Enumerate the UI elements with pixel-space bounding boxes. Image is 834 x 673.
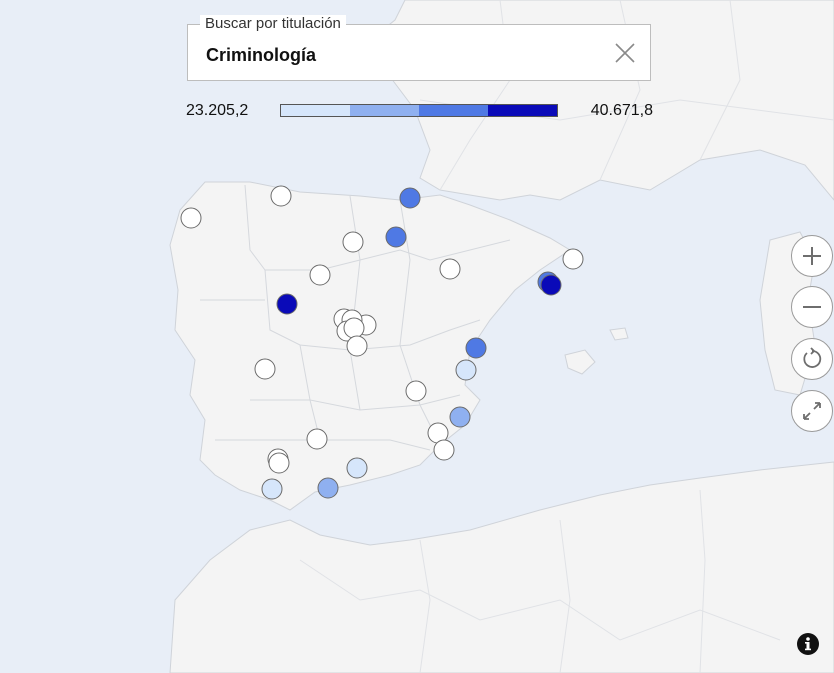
fullscreen-button[interactable] xyxy=(791,390,833,432)
marker-point[interactable] xyxy=(346,335,368,357)
reset-view-button[interactable] xyxy=(791,338,833,380)
marker-point[interactable] xyxy=(342,231,364,253)
marker-point[interactable] xyxy=(306,428,328,450)
marker-point[interactable] xyxy=(309,264,331,286)
legend-max-label: 40.671,8 xyxy=(590,102,653,119)
marker-point[interactable] xyxy=(455,359,477,381)
zoom-in-button[interactable] xyxy=(791,235,833,277)
marker-point[interactable] xyxy=(180,207,202,229)
legend-swatch xyxy=(281,105,350,116)
marker-point[interactable] xyxy=(540,274,562,296)
legend-swatch xyxy=(350,105,419,116)
marker-point[interactable] xyxy=(268,452,290,474)
zoom-out-button[interactable] xyxy=(791,286,833,328)
info-button[interactable] xyxy=(797,633,819,655)
marker-point[interactable] xyxy=(343,317,365,339)
marker-point[interactable] xyxy=(276,293,298,315)
marker-point[interactable] xyxy=(465,337,487,359)
close-icon xyxy=(615,43,635,63)
marker-point[interactable] xyxy=(405,380,427,402)
fullscreen-icon xyxy=(803,402,821,420)
color-legend: 23.205,2 40.671,8 xyxy=(186,100,656,122)
marker-point[interactable] xyxy=(254,358,276,380)
marker-point[interactable] xyxy=(449,406,471,428)
marker-point[interactable] xyxy=(270,185,292,207)
legend-swatch xyxy=(419,105,488,116)
marker-point[interactable] xyxy=(433,439,455,461)
zoom-in-icon xyxy=(803,247,821,265)
legend-swatch xyxy=(488,105,557,116)
zoom-out-icon xyxy=(803,306,821,308)
marker-point[interactable] xyxy=(346,457,368,479)
marker-point[interactable] xyxy=(562,248,584,270)
info-icon xyxy=(805,637,811,651)
marker-point[interactable] xyxy=(317,477,339,499)
clear-search-button[interactable] xyxy=(614,42,636,64)
reset-view-icon xyxy=(803,347,822,368)
search-label: Buscar por titulación xyxy=(200,15,346,33)
search-value[interactable]: Criminología xyxy=(206,44,316,66)
marker-point[interactable] xyxy=(399,187,421,209)
marker-point[interactable] xyxy=(261,478,283,500)
legend-gradient-bar xyxy=(280,104,558,117)
search-field[interactable]: Buscar por titulación Criminología xyxy=(187,15,651,81)
marker-point[interactable] xyxy=(385,226,407,248)
marker-point[interactable] xyxy=(439,258,461,280)
legend-min-label: 23.205,2 xyxy=(186,102,249,119)
